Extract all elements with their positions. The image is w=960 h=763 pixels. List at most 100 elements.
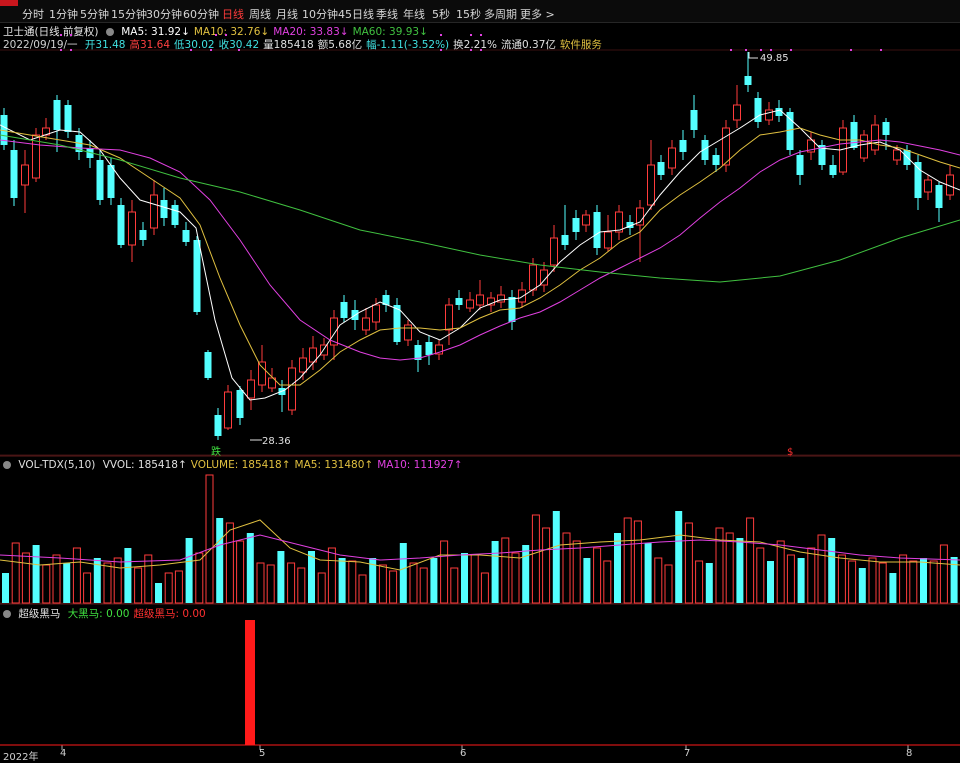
candle <box>786 112 794 150</box>
volume-bar <box>868 557 877 604</box>
volume-bar <box>807 547 816 604</box>
candle <box>550 237 558 266</box>
marker-dot <box>60 49 62 51</box>
marker-dot <box>238 49 240 51</box>
marker-dot <box>470 34 472 36</box>
volume-bar <box>480 572 489 604</box>
candle <box>668 147 676 169</box>
volume-bar <box>614 533 621 603</box>
x-axis-label-0: 2022年 <box>3 752 39 763</box>
candle <box>604 231 612 249</box>
candle <box>679 140 687 152</box>
candle <box>10 150 18 198</box>
super-horse-bar <box>245 620 255 745</box>
volume-bar <box>878 562 887 604</box>
volume-bar <box>736 538 744 603</box>
candle <box>935 185 943 208</box>
candle <box>445 304 453 331</box>
volume-bar <box>797 558 805 603</box>
volume-bar <box>695 560 704 604</box>
volume-bar <box>164 572 173 604</box>
volume-bar <box>205 474 214 604</box>
volume-bar <box>746 517 755 604</box>
volume-bar <box>542 527 551 604</box>
volume-bar <box>633 520 642 604</box>
x-axis-label-2: 5 <box>259 748 266 759</box>
marker-dot <box>770 49 772 51</box>
candle <box>860 134 868 159</box>
volume-bar <box>174 570 183 604</box>
volume-bar <box>776 540 785 604</box>
volume-bar <box>501 537 510 604</box>
volume-bar <box>756 547 765 604</box>
volume-bar <box>511 552 520 604</box>
marker-dot <box>480 49 482 51</box>
volume-bar <box>389 570 398 604</box>
volume-bar <box>225 522 234 604</box>
candle <box>572 218 580 232</box>
volume-bar <box>11 542 20 604</box>
candle <box>765 109 773 121</box>
volume-bar <box>185 538 193 603</box>
volume-bar <box>21 552 30 604</box>
candle <box>139 230 147 240</box>
candle <box>299 357 307 373</box>
volume-bar <box>837 554 846 604</box>
marker-dot <box>480 34 482 36</box>
x-axis-label-3: 6 <box>460 748 467 759</box>
volume-bar <box>767 561 774 603</box>
volume-bar <box>848 560 857 604</box>
volume-bar <box>552 511 560 603</box>
candle <box>796 155 804 175</box>
candle <box>160 200 168 218</box>
marker-dot <box>70 34 72 36</box>
marker-dot <box>440 49 442 51</box>
volume-bar <box>2 573 9 603</box>
volume-bar <box>828 538 836 603</box>
volume-bar <box>531 514 540 604</box>
volume-bar <box>113 557 122 604</box>
candle <box>247 379 255 399</box>
candle <box>829 165 837 175</box>
candle <box>518 289 526 303</box>
candle <box>476 294 484 306</box>
volume-bar <box>317 572 326 604</box>
volume-bar <box>929 560 938 604</box>
volume-bar <box>522 545 530 603</box>
candle <box>193 240 201 312</box>
candle <box>214 415 222 436</box>
volume-bar <box>308 551 315 603</box>
volume-bar <box>440 540 449 604</box>
volume-bar <box>430 558 438 603</box>
candle <box>107 165 115 198</box>
volume-bar <box>562 532 571 604</box>
candle <box>561 235 569 245</box>
marker-dot <box>880 49 882 51</box>
low-price-label: 28.36 <box>262 436 291 447</box>
candle <box>236 390 244 418</box>
marker-dot <box>470 49 472 51</box>
volume-bar <box>572 540 581 604</box>
marker-dot <box>790 49 792 51</box>
candle <box>744 76 752 85</box>
candle <box>647 164 655 206</box>
volume-bar <box>338 558 346 603</box>
volume-bar <box>889 573 897 603</box>
volume-bar <box>32 545 40 603</box>
candle <box>393 305 401 342</box>
candle <box>712 155 720 165</box>
marker-dot <box>850 49 852 51</box>
marker-dot <box>745 49 747 51</box>
volume-bar <box>858 568 866 603</box>
volume-bar <box>42 564 51 604</box>
candle <box>871 124 879 151</box>
candle <box>924 179 932 193</box>
volume-bar <box>287 562 296 604</box>
candle <box>529 264 537 291</box>
kline-chart[interactable]: 49.85 28.36 跌 $ <box>0 0 960 762</box>
marker-dot <box>730 49 732 51</box>
volume-bar <box>399 543 407 603</box>
volume-bar <box>348 560 357 604</box>
candle <box>733 104 741 121</box>
candle <box>288 367 296 411</box>
